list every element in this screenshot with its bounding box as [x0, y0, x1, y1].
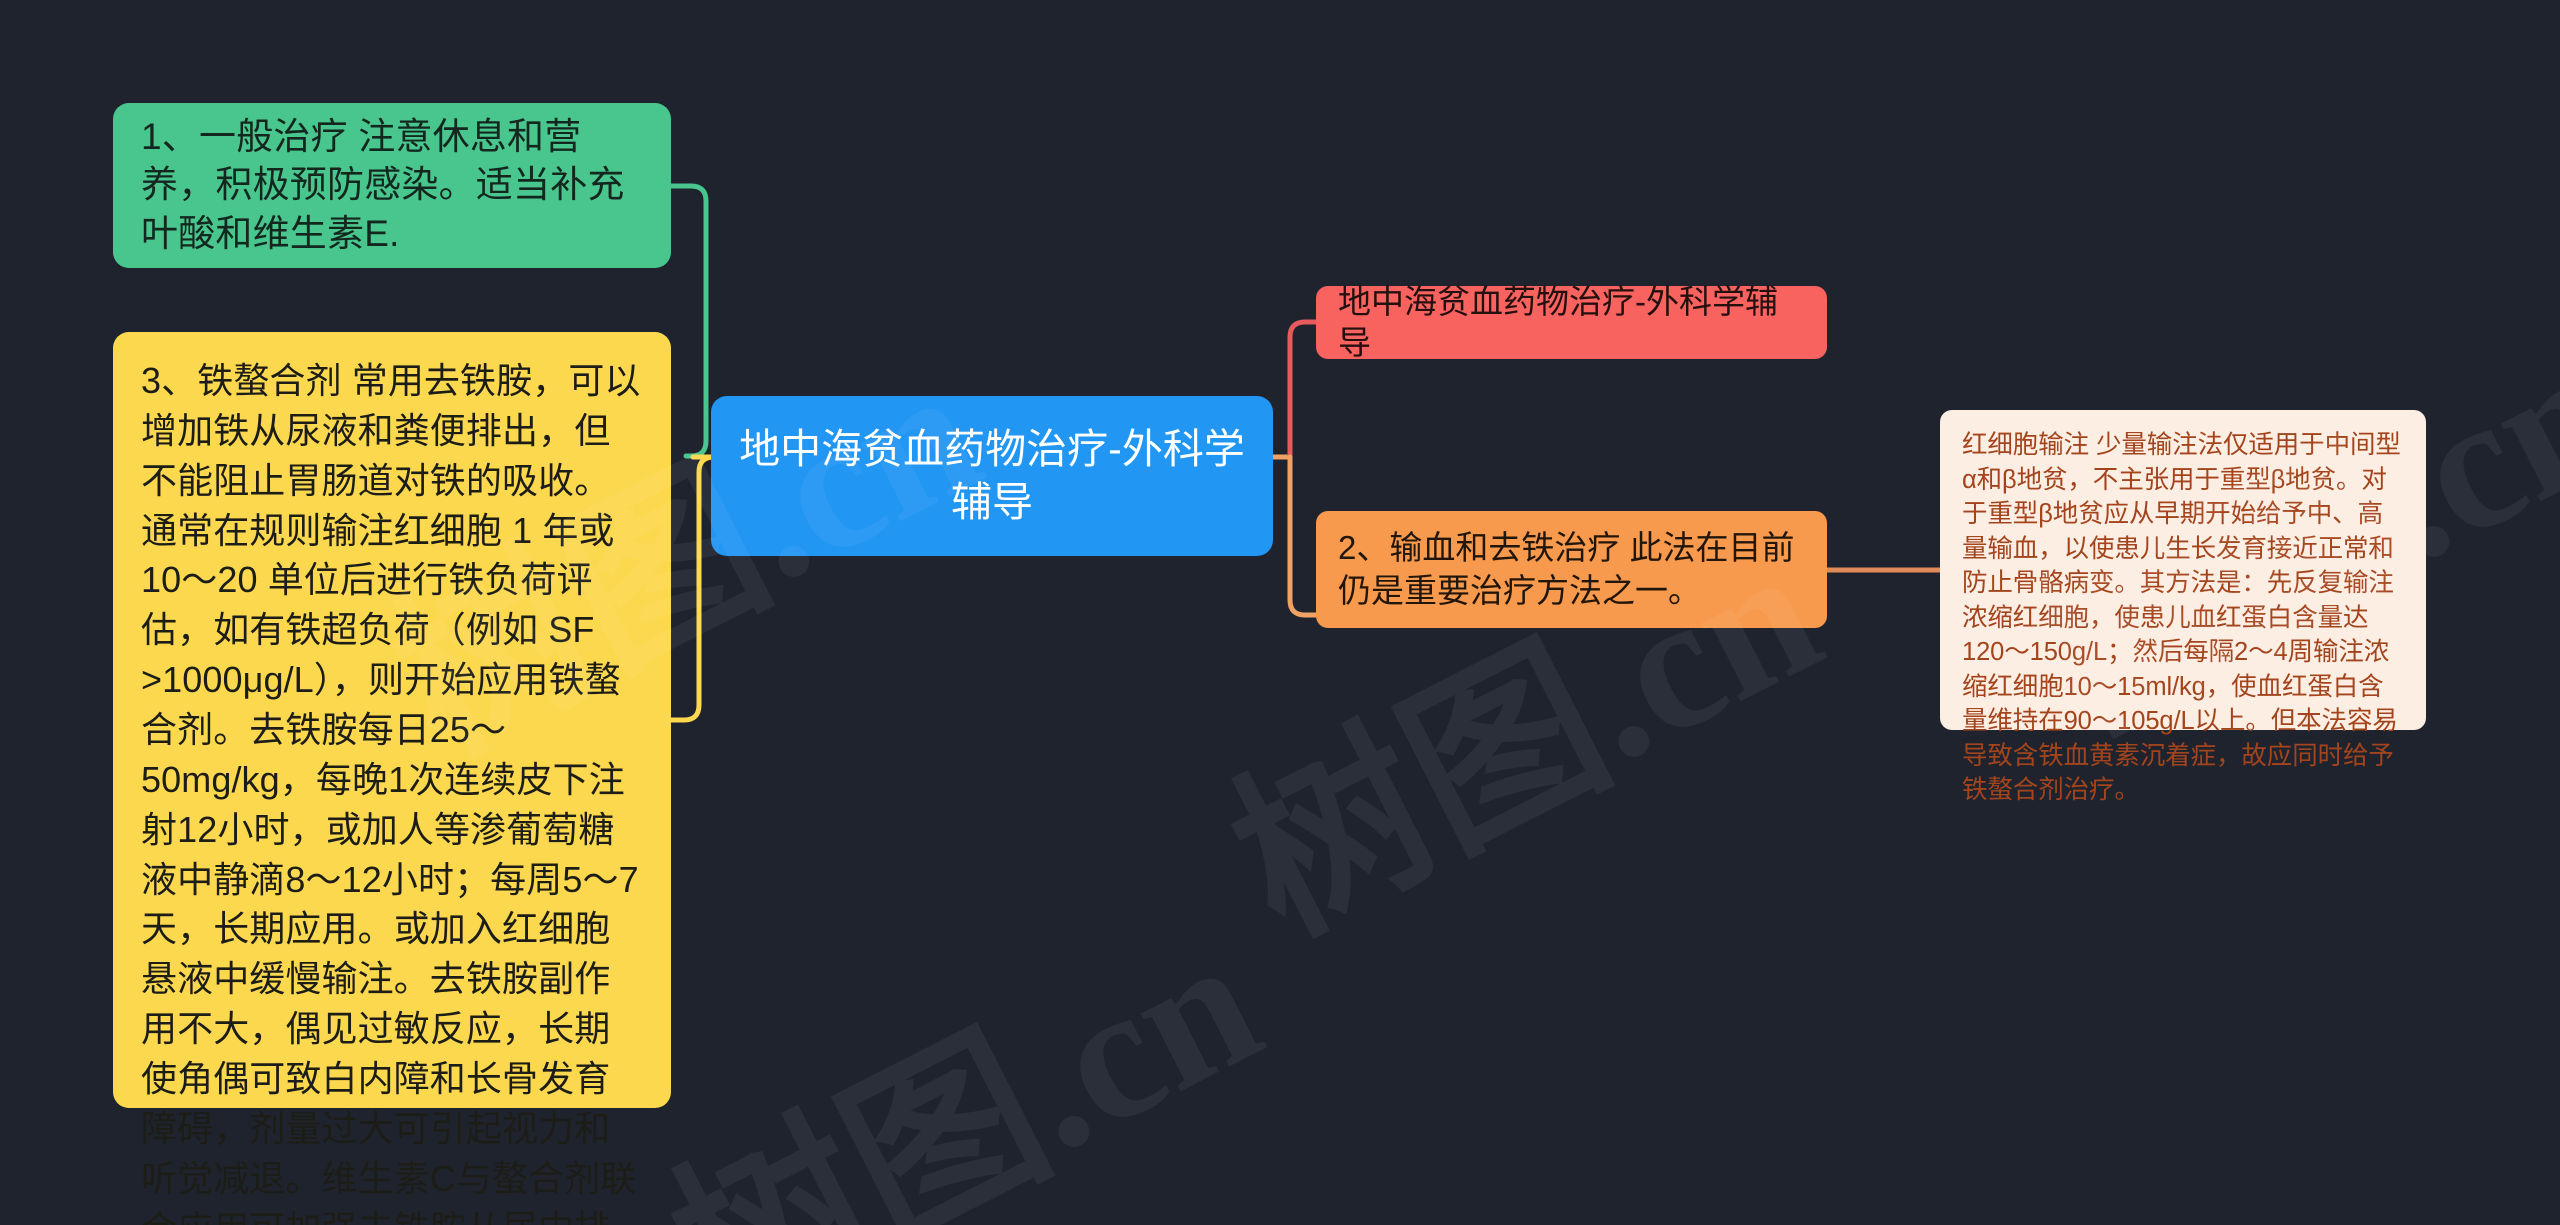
connector-title	[1287, 319, 1319, 460]
node-label: 1、一般治疗 注意休息和营养，积极预防感染。适当补充叶酸和维生素E.	[141, 116, 625, 254]
watermark-text: 树图.cn	[643, 895, 1290, 1225]
node-label: 3、铁螯合剂 常用去铁胺，可以增加铁从尿液和粪便排出，但不能阻止胃肠道对铁的吸收…	[141, 360, 641, 1225]
node-label: 地中海贫血药物治疗-外科学辅导	[739, 425, 1245, 525]
mindmap-canvas: 树图.cn 树图.cn 树图.cn 树图.cn 1、一般治疗 注意休息和营养，积…	[0, 0, 2560, 1225]
connector-general	[668, 183, 709, 459]
mindmap-node-title[interactable]: 地中海贫血药物治疗-外科学辅导	[1316, 283, 1827, 361]
node-label: 红细胞输注 少量输注法仅适用于中间型α和β地贫，不主张用于重型β地贫。对于重型β…	[1962, 431, 2401, 805]
connector-transfusion	[1287, 454, 1319, 618]
mindmap-node-rbc-infusion[interactable]: 红细胞输注 少量输注法仅适用于中间型α和β地贫，不主张用于重型β地贫。对于重型β…	[1940, 410, 2426, 804]
node-label: 地中海贫血药物治疗-外科学辅导	[1338, 283, 1778, 361]
connector-chelator	[668, 454, 715, 723]
mindmap-node-iron-chelator[interactable]: 3、铁螯合剂 常用去铁胺，可以增加铁从尿液和粪便排出，但不能阻止胃肠道对铁的吸收…	[113, 332, 671, 1225]
node-label: 2、输血和去铁治疗 此法在目前仍是重要治疗方法之一。	[1338, 528, 1795, 609]
mindmap-node-root[interactable]: 地中海贫血药物治疗-外科学辅导	[711, 396, 1273, 556]
mindmap-node-transfusion[interactable]: 2、输血和去铁治疗 此法在目前仍是重要治疗方法之一。	[1316, 511, 1827, 628]
mindmap-node-general-treatment[interactable]: 1、一般治疗 注意休息和营养，积极预防感染。适当补充叶酸和维生素E.	[113, 103, 671, 268]
